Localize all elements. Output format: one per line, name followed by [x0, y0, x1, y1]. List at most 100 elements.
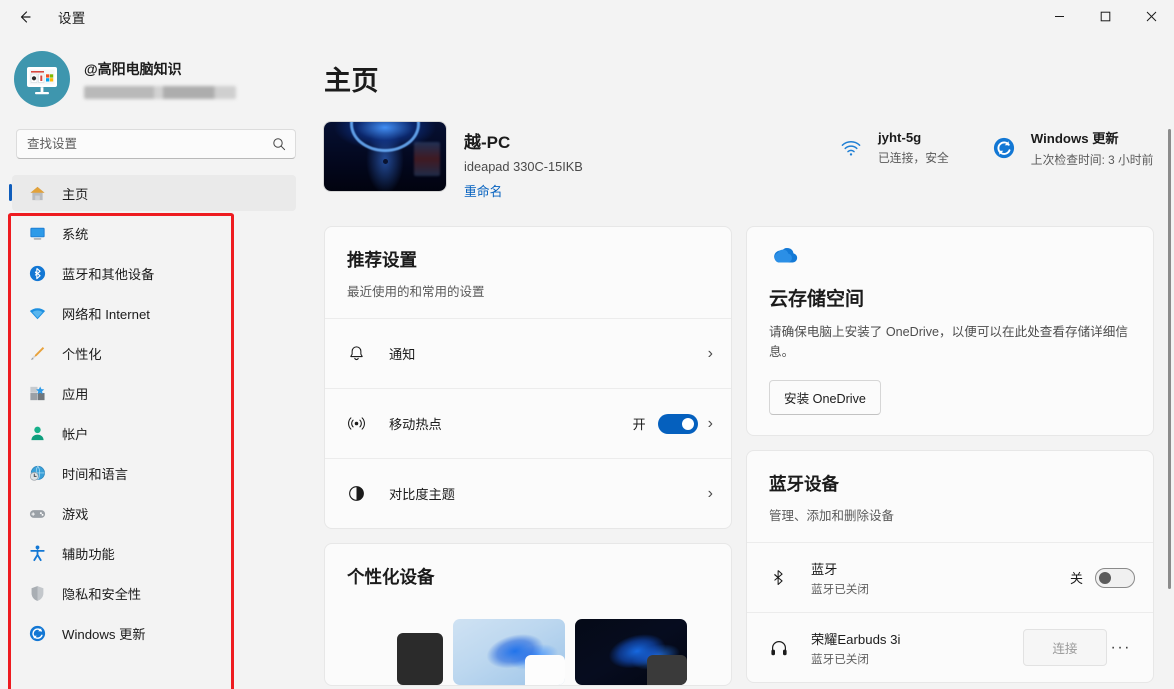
- sidebar-item-label: 网络和 Internet: [62, 306, 150, 322]
- recommended-row-notifications[interactable]: 通知 ›: [325, 318, 731, 388]
- card-subtitle: 管理、添加和删除设备: [769, 509, 895, 524]
- accessibility-icon: [26, 542, 48, 564]
- sidebar-item-label: 系统: [62, 226, 89, 242]
- sidebar-item-accounts[interactable]: 帐户: [12, 415, 296, 451]
- recommended-settings-card: 推荐设置 最近使用的和常用的设置 通知 › 移动热点 开 › 对比度主题 ›: [324, 226, 732, 529]
- hotspot-toggle[interactable]: [657, 413, 698, 434]
- sidebar-item-time-language[interactable]: 时间和语言: [12, 455, 296, 491]
- sidebar-item-network-internet[interactable]: 网络和 Internet: [12, 295, 296, 331]
- sidebar-item-personalization[interactable]: 个性化: [12, 335, 296, 371]
- card-title: 蓝牙设备: [769, 474, 839, 495]
- account-email-redacted: [84, 86, 236, 99]
- row-label: 荣耀Earbuds 3i 蓝牙已关闭: [811, 629, 1023, 667]
- left-column: 推荐设置 最近使用的和常用的设置 通知 › 移动热点 开 › 对比度主题 › 个…: [324, 226, 732, 686]
- home-icon: [26, 182, 48, 204]
- sidebar-item-privacy-security[interactable]: 隐私和安全性: [12, 575, 296, 611]
- status-title: jyht-5g: [878, 130, 922, 145]
- row-label: 蓝牙 蓝牙已关闭: [811, 559, 1070, 597]
- windows-update-icon: [26, 622, 48, 644]
- sidebar-item-apps[interactable]: 应用: [12, 375, 296, 411]
- sidebar-item-accessibility[interactable]: 辅助功能: [12, 535, 296, 571]
- toggle-knob: [681, 417, 694, 430]
- onedrive-cloud-icon: [747, 227, 1153, 276]
- recommended-card-head: 推荐设置 最近使用的和常用的设置: [325, 227, 731, 318]
- hotspot-icon: [347, 414, 373, 433]
- status-item-windows-update[interactable]: Windows 更新 上次检查时间: 3 小时前: [989, 128, 1154, 168]
- maximize-button[interactable]: [1082, 0, 1128, 33]
- theme-thumbnail-dark[interactable]: [575, 619, 687, 685]
- title-bar: 设置: [0, 0, 1174, 33]
- content-scrollbar[interactable]: [1168, 129, 1171, 589]
- minimize-button[interactable]: [1036, 0, 1082, 33]
- sidebar-item-gaming[interactable]: 游戏: [12, 495, 296, 531]
- install-onedrive-button[interactable]: 安装 OneDrive: [769, 380, 881, 416]
- sidebar-item-label: 辅助功能: [62, 546, 115, 562]
- status-item-wifi[interactable]: jyht-5g 已连接，安全: [836, 128, 949, 168]
- wallpaper-dot: [383, 159, 388, 164]
- gaming-icon: [26, 502, 48, 524]
- device-title: 荣耀Earbuds 3i: [811, 631, 901, 647]
- sidebar-item-label: 主页: [62, 186, 89, 202]
- settings-window: 设置 @高阳电脑知识 查找设置 主页 系统 蓝牙和其他设备 网络和 Intern…: [0, 0, 1174, 689]
- theme-thumbnails: [325, 589, 731, 685]
- bluetooth-icon: [26, 262, 48, 284]
- theme-thumbnail-light[interactable]: [453, 619, 565, 685]
- theme-preview-tile: [525, 655, 565, 685]
- personalization-card: 个性化设备: [324, 543, 732, 686]
- row-label: 通知: [389, 347, 416, 362]
- avatar: [14, 51, 70, 107]
- personalization-icon: [26, 342, 48, 364]
- bluetooth-card-head: 蓝牙设备 管理、添加和删除设备: [747, 451, 1153, 542]
- main-content: 主页 越-PC ideapad 330C-15IKB 重命名 jyht-5g 已…: [312, 33, 1174, 689]
- row-label: 移动热点: [389, 417, 442, 432]
- close-button[interactable]: [1128, 0, 1174, 33]
- bluetooth-row-earbuds[interactable]: 荣耀Earbuds 3i 蓝牙已关闭 连接 ···: [747, 612, 1153, 682]
- sidebar-item-label: 个性化: [62, 346, 102, 362]
- network-icon: [26, 302, 48, 324]
- search-box[interactable]: [16, 129, 296, 159]
- profile-text: @高阳电脑知识: [84, 59, 236, 99]
- window-title: 设置: [58, 10, 86, 26]
- apps-icon: [26, 382, 48, 404]
- sidebar-item-bluetooth-devices[interactable]: 蓝牙和其他设备: [12, 255, 296, 291]
- theme-thumbnail-dark-partial[interactable]: [397, 633, 443, 685]
- back-button[interactable]: [8, 4, 42, 30]
- connect-button[interactable]: 连接: [1023, 629, 1107, 667]
- sidebar-item-label: 应用: [62, 386, 89, 402]
- chevron-right-icon: ›: [707, 414, 713, 432]
- time-language-icon: [26, 462, 48, 484]
- bluetooth-title: 蓝牙: [811, 561, 838, 577]
- sidebar-item-home[interactable]: 主页: [9, 175, 296, 211]
- bluetooth-row-toggle[interactable]: 蓝牙 蓝牙已关闭 关: [747, 542, 1153, 612]
- sidebar-item-windows-update[interactable]: Windows 更新: [12, 615, 296, 651]
- search-icon: [272, 137, 286, 156]
- wallpaper-side-effect: [414, 142, 440, 176]
- search-container: [0, 107, 312, 159]
- device-summary: 越-PC ideapad 330C-15IKB 重命名 jyht-5g 已连接，…: [324, 122, 1174, 200]
- bluetooth-toggle[interactable]: [1095, 567, 1135, 588]
- rename-link[interactable]: 重命名: [464, 181, 583, 200]
- user-profile[interactable]: @高阳电脑知识: [0, 33, 312, 107]
- windows-update-icon: [989, 133, 1019, 163]
- more-options-icon[interactable]: ···: [1107, 639, 1135, 657]
- cards-area: 推荐设置 最近使用的和常用的设置 通知 › 移动热点 开 › 对比度主题 › 个…: [324, 226, 1174, 686]
- sidebar-item-label: 帐户: [62, 426, 89, 442]
- device-name: 越-PC: [464, 133, 511, 152]
- recommended-row-mobile-hotspot[interactable]: 移动热点 开 ›: [325, 388, 731, 458]
- sidebar-item-system[interactable]: 系统: [12, 215, 296, 251]
- chevron-right-icon: ›: [707, 344, 713, 362]
- sidebar-nav: 主页 系统 蓝牙和其他设备 网络和 Internet 个性化 应用 帐户 时间和…: [0, 175, 312, 651]
- page-title: 主页: [324, 66, 379, 96]
- status-sub: 上次检查时间: 3 小时前: [1030, 153, 1154, 167]
- theme-preview-tile: [647, 655, 687, 685]
- window-caption-buttons: [1036, 0, 1174, 33]
- accounts-icon: [26, 422, 48, 444]
- toggle-knob: [1099, 571, 1111, 584]
- right-column: 云存储空间 请确保电脑上安装了 OneDrive，以便可以在此处查看存储详细信息…: [746, 226, 1154, 686]
- status-group: jyht-5g 已连接，安全 Windows 更新 上次检查时间: 3 小时前: [836, 128, 1153, 168]
- bluetooth-devices-card: 蓝牙设备 管理、添加和删除设备 蓝牙 蓝牙已关闭 关 荣耀Earbuds 3i …: [746, 450, 1154, 684]
- search-input[interactable]: [17, 137, 295, 151]
- system-icon: [26, 222, 48, 244]
- recommended-row-contrast-themes[interactable]: 对比度主题 ›: [325, 458, 731, 528]
- wallpaper-arc: [350, 122, 420, 152]
